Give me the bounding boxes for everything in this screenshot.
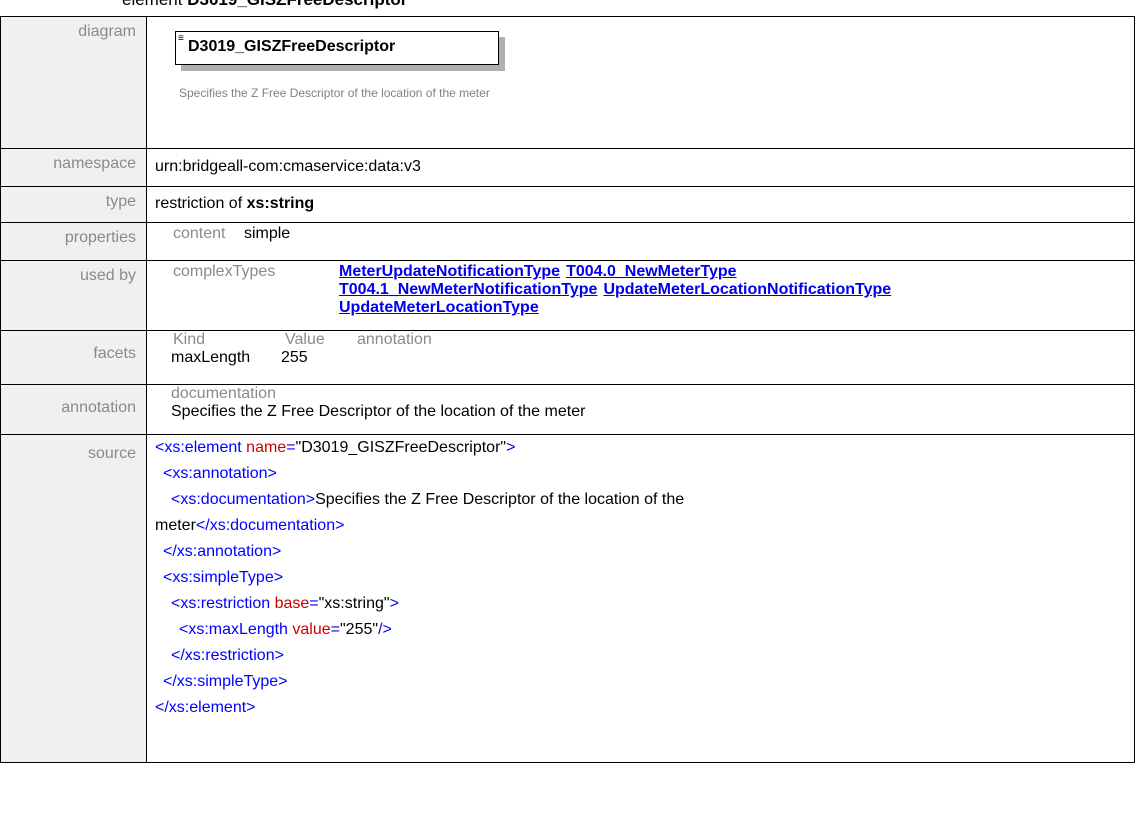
diagram-element-name: D3019_GISZFreeDescriptor — [188, 38, 396, 55]
properties-key: content — [173, 225, 226, 242]
facet-value: 255 — [281, 349, 308, 366]
type-prefix: restriction of — [155, 195, 243, 212]
link-t004-1-new-meter-notification-type[interactable]: T004.1_NewMeterNotificationType — [339, 281, 597, 298]
used-by-category: complexTypes — [173, 263, 276, 280]
heading-prefix: element — [122, 0, 182, 9]
link-update-meter-location-notification-type[interactable]: UpdateMeterLocationNotificationType — [603, 281, 891, 298]
facets-row: maxLength 255 — [171, 349, 1134, 367]
label-used-by: used by — [0, 260, 147, 331]
link-meter-update-notification-type[interactable]: MeterUpdateNotificationType — [339, 263, 560, 280]
row-namespace: namespace urn:bridgeall-com:cmaservice:d… — [0, 148, 1135, 187]
row-type: type restriction of xs:string — [0, 186, 1135, 223]
label-facets: facets — [0, 330, 147, 385]
element-diagram: ≡ D3019_GISZFreeDescriptor Specifies the… — [175, 31, 499, 101]
row-facets: facets Kind Value annotation maxLength 2… — [0, 330, 1135, 385]
label-namespace: namespace — [0, 148, 147, 187]
label-annotation: annotation — [0, 384, 147, 435]
row-annotation: annotation documentation Specifies the Z… — [0, 384, 1135, 435]
row-properties: properties content simple — [0, 222, 1135, 261]
namespace-value: urn:bridgeall-com:cmaservice:data:v3 — [146, 148, 1135, 187]
facets-header: Kind Value annotation — [171, 331, 1134, 349]
facets-header-annotation: annotation — [357, 331, 432, 348]
properties-value: simple — [243, 225, 291, 242]
type-base: xs:string — [246, 195, 315, 212]
label-type: type — [0, 186, 147, 223]
label-source: source — [0, 434, 147, 763]
diagram-element-doc: Specifies the Z Free Descriptor of the l… — [179, 86, 490, 100]
row-source: source <xs:element name="D3019_GISZFreeD… — [0, 434, 1135, 763]
source-code: <xs:element name="D3019_GISZFreeDescript… — [146, 434, 1135, 763]
label-diagram: diagram — [0, 16, 147, 149]
link-update-meter-location-type[interactable]: UpdateMeterLocationType — [339, 299, 539, 316]
annotation-key: documentation — [171, 385, 276, 402]
element-lines-icon: ≡ — [178, 33, 184, 44]
label-properties: properties — [0, 222, 147, 261]
heading-element-name: D3019_GISZFreeDescriptor — [187, 0, 407, 9]
annotation-value: Specifies the Z Free Descriptor of the l… — [171, 403, 586, 420]
diagram-element-box: ≡ D3019_GISZFreeDescriptor — [175, 31, 499, 65]
row-used-by: used by complexTypes MeterUpdateNotifica… — [0, 260, 1135, 331]
link-t004-0-new-meter-type[interactable]: T004.0_NewMeterType — [566, 263, 736, 280]
facet-kind: maxLength — [171, 349, 251, 366]
facets-header-value: Value — [285, 331, 325, 348]
element-doc-table: diagram ≡ D3019_GISZFreeDescriptor Speci… — [0, 16, 1135, 763]
page-heading: element D3019_GISZFreeDescriptor — [122, 0, 407, 10]
row-diagram: diagram ≡ D3019_GISZFreeDescriptor Speci… — [0, 16, 1135, 149]
used-by-links: MeterUpdateNotificationType T004.0_NewMet… — [339, 263, 1099, 317]
facets-header-kind: Kind — [173, 331, 206, 348]
